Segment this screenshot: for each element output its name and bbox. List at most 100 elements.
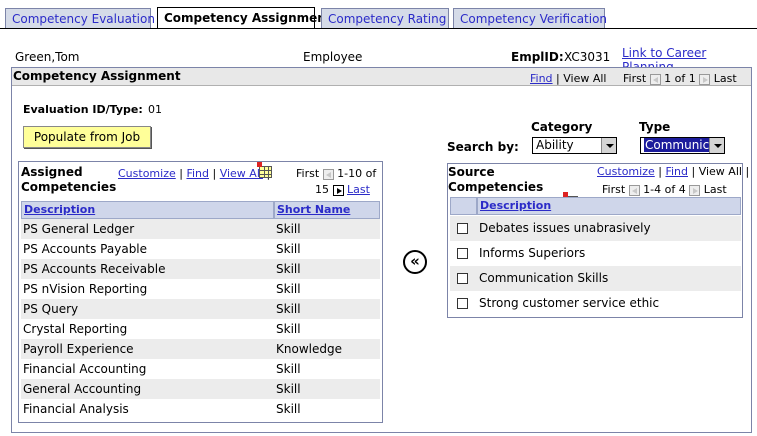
source-select-checkbox[interactable] <box>457 273 468 284</box>
assigned-short-name-cell: Skill <box>276 242 301 256</box>
assigned-short-name-cell: Skill <box>276 282 301 296</box>
assigned-first: First <box>296 167 320 180</box>
evaluation-id-value: 01 <box>148 103 162 116</box>
category-selected-value: Ability <box>536 138 574 152</box>
panel-next-icon <box>699 73 711 85</box>
source-col-description[interactable]: Description <box>477 197 741 215</box>
source-next-icon <box>689 184 701 196</box>
tab-competency-rating[interactable]: Competency Rating <box>321 8 449 28</box>
source-last: Last <box>703 183 727 196</box>
table-row: Financial Accounting Skill <box>21 359 380 379</box>
panel-view-all[interactable]: View All <box>563 72 606 85</box>
type-selected-value: Communic <box>644 138 711 152</box>
table-row: Communication Skills <box>450 266 741 291</box>
tab-competency-verification[interactable]: Competency Verification <box>453 8 607 28</box>
source-prev-icon <box>628 184 640 196</box>
source-customize-link[interactable]: Customize <box>597 165 655 178</box>
chevron-down-icon[interactable] <box>709 138 724 153</box>
assigned-short-name-cell: Skill <box>276 302 301 316</box>
download-grid-icon[interactable] <box>257 162 272 178</box>
source-find-link[interactable]: Find <box>665 165 688 178</box>
source-description-cell: Informs Superiors <box>479 246 586 260</box>
table-row: Informs Superiors <box>450 241 741 266</box>
table-row: PS General Ledger Skill <box>21 219 380 239</box>
assigned-short-name-cell: Skill <box>276 322 301 336</box>
assigned-short-name-cell: Skill <box>276 222 301 236</box>
table-row: PS Accounts Receivable Skill <box>21 259 380 279</box>
source-description-cell: Communication Skills <box>479 271 609 285</box>
panel-last: Last <box>713 72 737 85</box>
panel-find-link[interactable]: Find <box>530 72 553 85</box>
assigned-prev-icon <box>322 168 334 180</box>
source-description-cell: Strong customer service ethic <box>479 296 660 310</box>
table-row: Debates issues unabrasively <box>450 216 741 241</box>
table-row: Financial Analysis Skill <box>21 399 380 419</box>
source-select-checkbox[interactable] <box>457 248 468 259</box>
source-description-cell: Debates issues unabrasively <box>479 221 651 235</box>
assigned-description-cell: PS Accounts Payable <box>23 242 148 256</box>
assigned-grid-links: Customize | Find | View All | <box>118 167 270 180</box>
category-label: Category <box>531 120 593 134</box>
assigned-short-name-cell: Knowledge <box>276 342 342 356</box>
source-select-checkbox[interactable] <box>457 223 468 234</box>
assigned-pager-top: First 1-10 of <box>296 167 376 180</box>
tab-divider <box>0 28 757 29</box>
type-select[interactable]: Communic <box>640 137 725 154</box>
assigned-range: 1-10 of <box>337 167 377 180</box>
assigned-total: 15 <box>315 183 329 196</box>
assigned-short-name-cell: Skill <box>276 262 301 276</box>
populate-from-job-button[interactable]: Populate from Job <box>23 126 151 148</box>
assigned-col-short-name[interactable]: Short Name <box>274 201 380 219</box>
assigned-view-all-link[interactable]: View All <box>220 167 263 180</box>
add-to-assigned-button[interactable]: « <box>403 250 427 274</box>
tab-competency-assignment[interactable]: Competency Assignment <box>157 7 332 29</box>
employee-label: Employee <box>303 50 363 64</box>
source-col-select <box>450 197 477 215</box>
source-select-checkbox[interactable] <box>457 298 468 309</box>
panel-prev-icon <box>649 73 661 85</box>
assigned-description-cell: Financial Analysis <box>23 402 129 416</box>
emplid-label: EmplID: <box>511 50 564 64</box>
assigned-next-icon[interactable] <box>332 184 344 196</box>
category-select[interactable]: Ability <box>532 137 617 154</box>
search-by-label: Search by: <box>447 140 519 154</box>
type-label: Type <box>639 120 671 134</box>
assigned-short-name-cell: Skill <box>276 402 301 416</box>
assigned-description-cell: PS nVision Reporting <box>23 282 148 296</box>
panel-pager: First 1 of 1 Last <box>623 72 737 85</box>
assigned-grid-title: Assigned Competencies <box>21 165 117 194</box>
evaluation-id-label: Evaluation ID/Type: <box>23 103 143 116</box>
panel-title: Competency Assignment <box>13 69 181 83</box>
assigned-description-cell: PS General Ledger <box>23 222 135 236</box>
chevron-down-icon[interactable] <box>601 138 616 153</box>
employee-name: Green,Tom <box>15 50 80 64</box>
panel-range: 1 of 1 <box>664 72 696 85</box>
source-grid-links: Customize | Find | View All | <box>597 165 750 178</box>
table-row: PS nVision Reporting Skill <box>21 279 380 299</box>
assigned-description-cell: Financial Accounting <box>23 362 147 376</box>
table-row: PS Accounts Payable Skill <box>21 239 380 259</box>
source-grid-title: Source Competencies <box>448 165 544 194</box>
table-row: Payroll Experience Knowledge <box>21 339 380 359</box>
source-first: First <box>602 183 626 196</box>
emplid-value: XC3031 <box>564 50 611 64</box>
table-row: PS Query Skill <box>21 299 380 319</box>
source-pager: First 1-4 of 4 Last <box>602 183 727 196</box>
table-row: Strong customer service ethic <box>450 291 741 316</box>
assigned-customize-link[interactable]: Customize <box>118 167 176 180</box>
source-view-all[interactable]: View All <box>699 165 742 178</box>
assigned-description-cell: Crystal Reporting <box>23 322 128 336</box>
assigned-last-link[interactable]: Last <box>347 183 370 196</box>
assigned-pager-bottom: 15 Last <box>315 183 370 196</box>
assigned-col-description[interactable]: Description <box>21 201 274 219</box>
panel-first: First <box>623 72 647 85</box>
panel-nav: Find | View All <box>530 72 607 85</box>
assigned-short-name-cell: Skill <box>276 362 301 376</box>
assigned-description-cell: PS Accounts Receivable <box>23 262 166 276</box>
table-row: Crystal Reporting Skill <box>21 319 380 339</box>
assigned-find-link[interactable]: Find <box>186 167 209 180</box>
source-range: 1-4 of 4 <box>643 183 686 196</box>
assigned-short-name-cell: Skill <box>276 382 301 396</box>
table-row: General Accounting Skill <box>21 379 380 399</box>
tab-competency-evaluation[interactable]: Competency Evaluation <box>5 8 155 28</box>
